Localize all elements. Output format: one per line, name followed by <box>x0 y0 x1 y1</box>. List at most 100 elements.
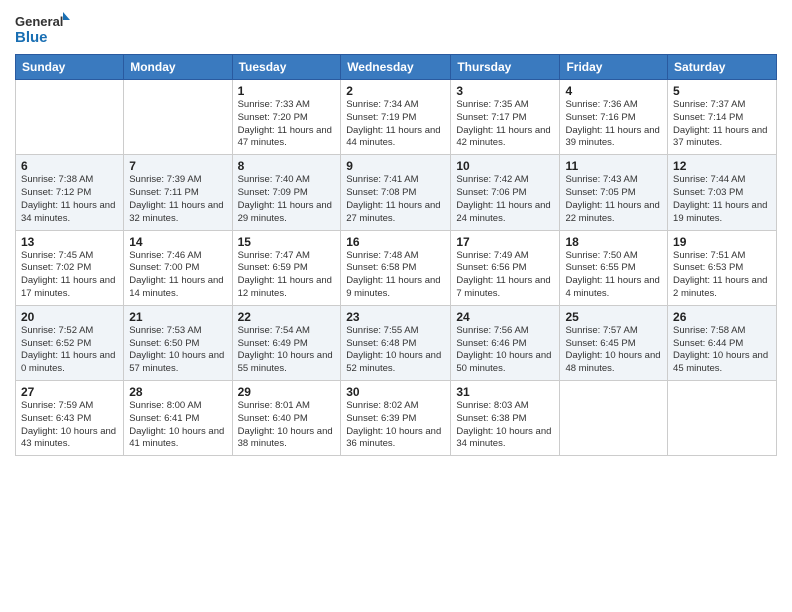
day-header-sunday: Sunday <box>16 55 124 80</box>
calendar-cell: 27Sunrise: 7:59 AM Sunset: 6:43 PM Dayli… <box>16 381 124 456</box>
day-info: Sunrise: 7:56 AM Sunset: 6:46 PM Dayligh… <box>456 325 554 376</box>
day-info: Sunrise: 7:34 AM Sunset: 7:19 PM Dayligh… <box>346 99 445 150</box>
calendar-cell: 1Sunrise: 7:33 AM Sunset: 7:20 PM Daylig… <box>232 80 341 155</box>
calendar-cell <box>124 80 232 155</box>
header: General Blue <box>15 10 777 48</box>
calendar-cell: 4Sunrise: 7:36 AM Sunset: 7:16 PM Daylig… <box>560 80 668 155</box>
day-info: Sunrise: 7:50 AM Sunset: 6:55 PM Dayligh… <box>565 250 662 301</box>
day-number: 8 <box>238 159 336 173</box>
calendar-cell: 5Sunrise: 7:37 AM Sunset: 7:14 PM Daylig… <box>668 80 777 155</box>
day-number: 14 <box>129 235 226 249</box>
calendar-cell: 18Sunrise: 7:50 AM Sunset: 6:55 PM Dayli… <box>560 230 668 305</box>
day-header-thursday: Thursday <box>451 55 560 80</box>
day-info: Sunrise: 7:47 AM Sunset: 6:59 PM Dayligh… <box>238 250 336 301</box>
day-number: 5 <box>673 84 771 98</box>
day-number: 24 <box>456 310 554 324</box>
calendar-cell: 31Sunrise: 8:03 AM Sunset: 6:38 PM Dayli… <box>451 381 560 456</box>
day-info: Sunrise: 7:35 AM Sunset: 7:17 PM Dayligh… <box>456 99 554 150</box>
day-header-friday: Friday <box>560 55 668 80</box>
day-info: Sunrise: 8:02 AM Sunset: 6:39 PM Dayligh… <box>346 400 445 451</box>
day-header-tuesday: Tuesday <box>232 55 341 80</box>
day-number: 28 <box>129 385 226 399</box>
day-number: 16 <box>346 235 445 249</box>
day-header-wednesday: Wednesday <box>341 55 451 80</box>
day-number: 18 <box>565 235 662 249</box>
calendar-cell: 23Sunrise: 7:55 AM Sunset: 6:48 PM Dayli… <box>341 305 451 380</box>
calendar-cell: 3Sunrise: 7:35 AM Sunset: 7:17 PM Daylig… <box>451 80 560 155</box>
day-number: 31 <box>456 385 554 399</box>
day-info: Sunrise: 7:51 AM Sunset: 6:53 PM Dayligh… <box>673 250 771 301</box>
calendar-week-row: 20Sunrise: 7:52 AM Sunset: 6:52 PM Dayli… <box>16 305 777 380</box>
day-info: Sunrise: 7:43 AM Sunset: 7:05 PM Dayligh… <box>565 174 662 225</box>
day-info: Sunrise: 8:00 AM Sunset: 6:41 PM Dayligh… <box>129 400 226 451</box>
calendar-cell: 20Sunrise: 7:52 AM Sunset: 6:52 PM Dayli… <box>16 305 124 380</box>
calendar-table: SundayMondayTuesdayWednesdayThursdayFrid… <box>15 54 777 456</box>
day-info: Sunrise: 7:52 AM Sunset: 6:52 PM Dayligh… <box>21 325 118 376</box>
logo-svg: General Blue <box>15 10 70 48</box>
day-info: Sunrise: 8:03 AM Sunset: 6:38 PM Dayligh… <box>456 400 554 451</box>
calendar-cell: 10Sunrise: 7:42 AM Sunset: 7:06 PM Dayli… <box>451 155 560 230</box>
logo: General Blue <box>15 10 70 48</box>
calendar-cell: 14Sunrise: 7:46 AM Sunset: 7:00 PM Dayli… <box>124 230 232 305</box>
day-number: 2 <box>346 84 445 98</box>
day-info: Sunrise: 7:44 AM Sunset: 7:03 PM Dayligh… <box>673 174 771 225</box>
day-info: Sunrise: 7:36 AM Sunset: 7:16 PM Dayligh… <box>565 99 662 150</box>
calendar-cell <box>668 381 777 456</box>
day-info: Sunrise: 7:49 AM Sunset: 6:56 PM Dayligh… <box>456 250 554 301</box>
calendar-cell: 28Sunrise: 8:00 AM Sunset: 6:41 PM Dayli… <box>124 381 232 456</box>
day-info: Sunrise: 7:46 AM Sunset: 7:00 PM Dayligh… <box>129 250 226 301</box>
day-number: 21 <box>129 310 226 324</box>
calendar-cell: 24Sunrise: 7:56 AM Sunset: 6:46 PM Dayli… <box>451 305 560 380</box>
day-number: 6 <box>21 159 118 173</box>
day-info: Sunrise: 7:38 AM Sunset: 7:12 PM Dayligh… <box>21 174 118 225</box>
day-info: Sunrise: 7:59 AM Sunset: 6:43 PM Dayligh… <box>21 400 118 451</box>
calendar-cell: 6Sunrise: 7:38 AM Sunset: 7:12 PM Daylig… <box>16 155 124 230</box>
day-info: Sunrise: 7:40 AM Sunset: 7:09 PM Dayligh… <box>238 174 336 225</box>
calendar-cell: 29Sunrise: 8:01 AM Sunset: 6:40 PM Dayli… <box>232 381 341 456</box>
calendar-cell: 30Sunrise: 8:02 AM Sunset: 6:39 PM Dayli… <box>341 381 451 456</box>
calendar-header-row: SundayMondayTuesdayWednesdayThursdayFrid… <box>16 55 777 80</box>
calendar-cell: 11Sunrise: 7:43 AM Sunset: 7:05 PM Dayli… <box>560 155 668 230</box>
day-number: 29 <box>238 385 336 399</box>
day-info: Sunrise: 7:57 AM Sunset: 6:45 PM Dayligh… <box>565 325 662 376</box>
calendar-cell: 15Sunrise: 7:47 AM Sunset: 6:59 PM Dayli… <box>232 230 341 305</box>
day-info: Sunrise: 7:53 AM Sunset: 6:50 PM Dayligh… <box>129 325 226 376</box>
day-number: 27 <box>21 385 118 399</box>
calendar-week-row: 1Sunrise: 7:33 AM Sunset: 7:20 PM Daylig… <box>16 80 777 155</box>
day-number: 12 <box>673 159 771 173</box>
calendar-cell: 16Sunrise: 7:48 AM Sunset: 6:58 PM Dayli… <box>341 230 451 305</box>
day-number: 26 <box>673 310 771 324</box>
calendar-cell <box>16 80 124 155</box>
calendar-cell: 13Sunrise: 7:45 AM Sunset: 7:02 PM Dayli… <box>16 230 124 305</box>
day-info: Sunrise: 8:01 AM Sunset: 6:40 PM Dayligh… <box>238 400 336 451</box>
calendar-cell: 25Sunrise: 7:57 AM Sunset: 6:45 PM Dayli… <box>560 305 668 380</box>
day-info: Sunrise: 7:54 AM Sunset: 6:49 PM Dayligh… <box>238 325 336 376</box>
day-info: Sunrise: 7:45 AM Sunset: 7:02 PM Dayligh… <box>21 250 118 301</box>
calendar-cell: 2Sunrise: 7:34 AM Sunset: 7:19 PM Daylig… <box>341 80 451 155</box>
day-info: Sunrise: 7:55 AM Sunset: 6:48 PM Dayligh… <box>346 325 445 376</box>
day-info: Sunrise: 7:48 AM Sunset: 6:58 PM Dayligh… <box>346 250 445 301</box>
svg-text:General: General <box>15 14 63 29</box>
day-number: 17 <box>456 235 554 249</box>
day-info: Sunrise: 7:58 AM Sunset: 6:44 PM Dayligh… <box>673 325 771 376</box>
day-number: 11 <box>565 159 662 173</box>
calendar-cell: 22Sunrise: 7:54 AM Sunset: 6:49 PM Dayli… <box>232 305 341 380</box>
day-info: Sunrise: 7:42 AM Sunset: 7:06 PM Dayligh… <box>456 174 554 225</box>
calendar-week-row: 13Sunrise: 7:45 AM Sunset: 7:02 PM Dayli… <box>16 230 777 305</box>
calendar-cell: 8Sunrise: 7:40 AM Sunset: 7:09 PM Daylig… <box>232 155 341 230</box>
calendar-cell: 26Sunrise: 7:58 AM Sunset: 6:44 PM Dayli… <box>668 305 777 380</box>
svg-text:Blue: Blue <box>15 29 48 46</box>
day-info: Sunrise: 7:33 AM Sunset: 7:20 PM Dayligh… <box>238 99 336 150</box>
day-number: 19 <box>673 235 771 249</box>
day-number: 1 <box>238 84 336 98</box>
calendar-cell: 9Sunrise: 7:41 AM Sunset: 7:08 PM Daylig… <box>341 155 451 230</box>
day-number: 15 <box>238 235 336 249</box>
calendar-cell: 21Sunrise: 7:53 AM Sunset: 6:50 PM Dayli… <box>124 305 232 380</box>
calendar-cell: 17Sunrise: 7:49 AM Sunset: 6:56 PM Dayli… <box>451 230 560 305</box>
day-info: Sunrise: 7:37 AM Sunset: 7:14 PM Dayligh… <box>673 99 771 150</box>
day-info: Sunrise: 7:41 AM Sunset: 7:08 PM Dayligh… <box>346 174 445 225</box>
day-number: 25 <box>565 310 662 324</box>
day-number: 20 <box>21 310 118 324</box>
day-header-monday: Monday <box>124 55 232 80</box>
day-number: 30 <box>346 385 445 399</box>
